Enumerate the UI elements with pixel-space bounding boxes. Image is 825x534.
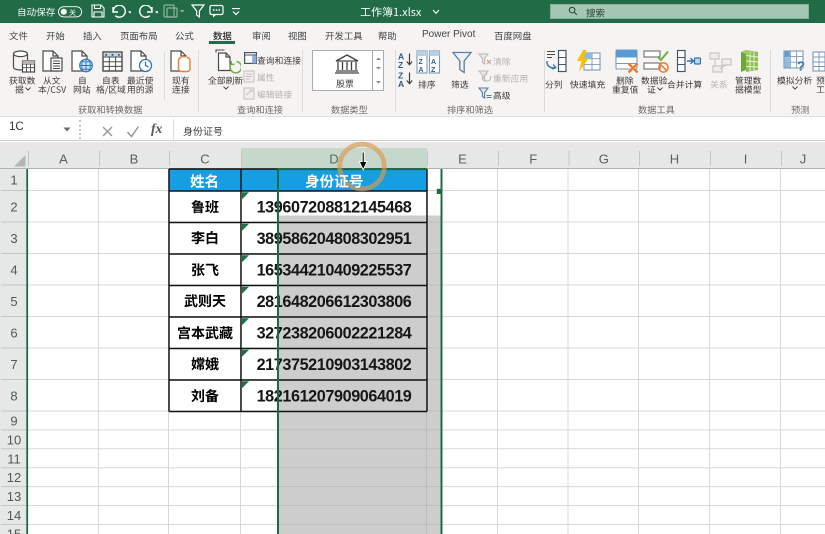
svg-text:Z: Z — [419, 59, 424, 66]
svg-text:Z: Z — [431, 67, 436, 74]
svg-text:217375210903143802: 217375210903143802 — [257, 356, 412, 374]
svg-text:8: 8 — [10, 388, 17, 403]
svg-text:15: 15 — [7, 527, 21, 534]
svg-text:4: 4 — [10, 262, 17, 277]
svg-text:?: ? — [797, 59, 805, 74]
svg-text:9: 9 — [10, 414, 17, 429]
svg-text:12: 12 — [7, 470, 21, 485]
svg-text:G: G — [599, 152, 609, 167]
svg-text:6: 6 — [10, 325, 17, 340]
svg-text:1: 1 — [10, 173, 17, 188]
svg-text:5: 5 — [10, 294, 17, 309]
svg-text:A: A — [398, 79, 404, 87]
svg-text:C: C — [200, 152, 209, 167]
svg-text:327238206002221284: 327238206002221284 — [257, 325, 412, 343]
svg-text:2: 2 — [10, 199, 17, 214]
svg-text:281648206612303806: 281648206612303806 — [257, 293, 412, 311]
svg-text:H: H — [670, 152, 679, 167]
svg-text:A: A — [59, 152, 68, 167]
svg-text:F: F — [529, 152, 537, 167]
svg-text:Z: Z — [398, 60, 403, 68]
svg-text:E: E — [458, 152, 467, 167]
svg-text:11: 11 — [7, 451, 21, 466]
svg-text:A: A — [419, 67, 424, 74]
svg-text:7: 7 — [10, 357, 17, 372]
svg-text:B: B — [130, 152, 139, 167]
svg-text:389586204808302951: 389586204808302951 — [257, 230, 412, 248]
svg-text:14: 14 — [7, 508, 21, 523]
svg-text:A: A — [431, 59, 436, 66]
svg-text:139607208812145468: 139607208812145468 — [257, 199, 412, 217]
svg-text:182161207909064019: 182161207909064019 — [257, 388, 412, 406]
svg-text:I: I — [744, 152, 748, 167]
svg-text:3: 3 — [10, 231, 17, 246]
svg-text:10: 10 — [7, 433, 21, 448]
svg-text:13: 13 — [7, 489, 21, 504]
svg-text:J: J — [800, 152, 807, 167]
svg-text:165344210409225537: 165344210409225537 — [257, 262, 412, 280]
svg-text:D: D — [329, 152, 338, 167]
